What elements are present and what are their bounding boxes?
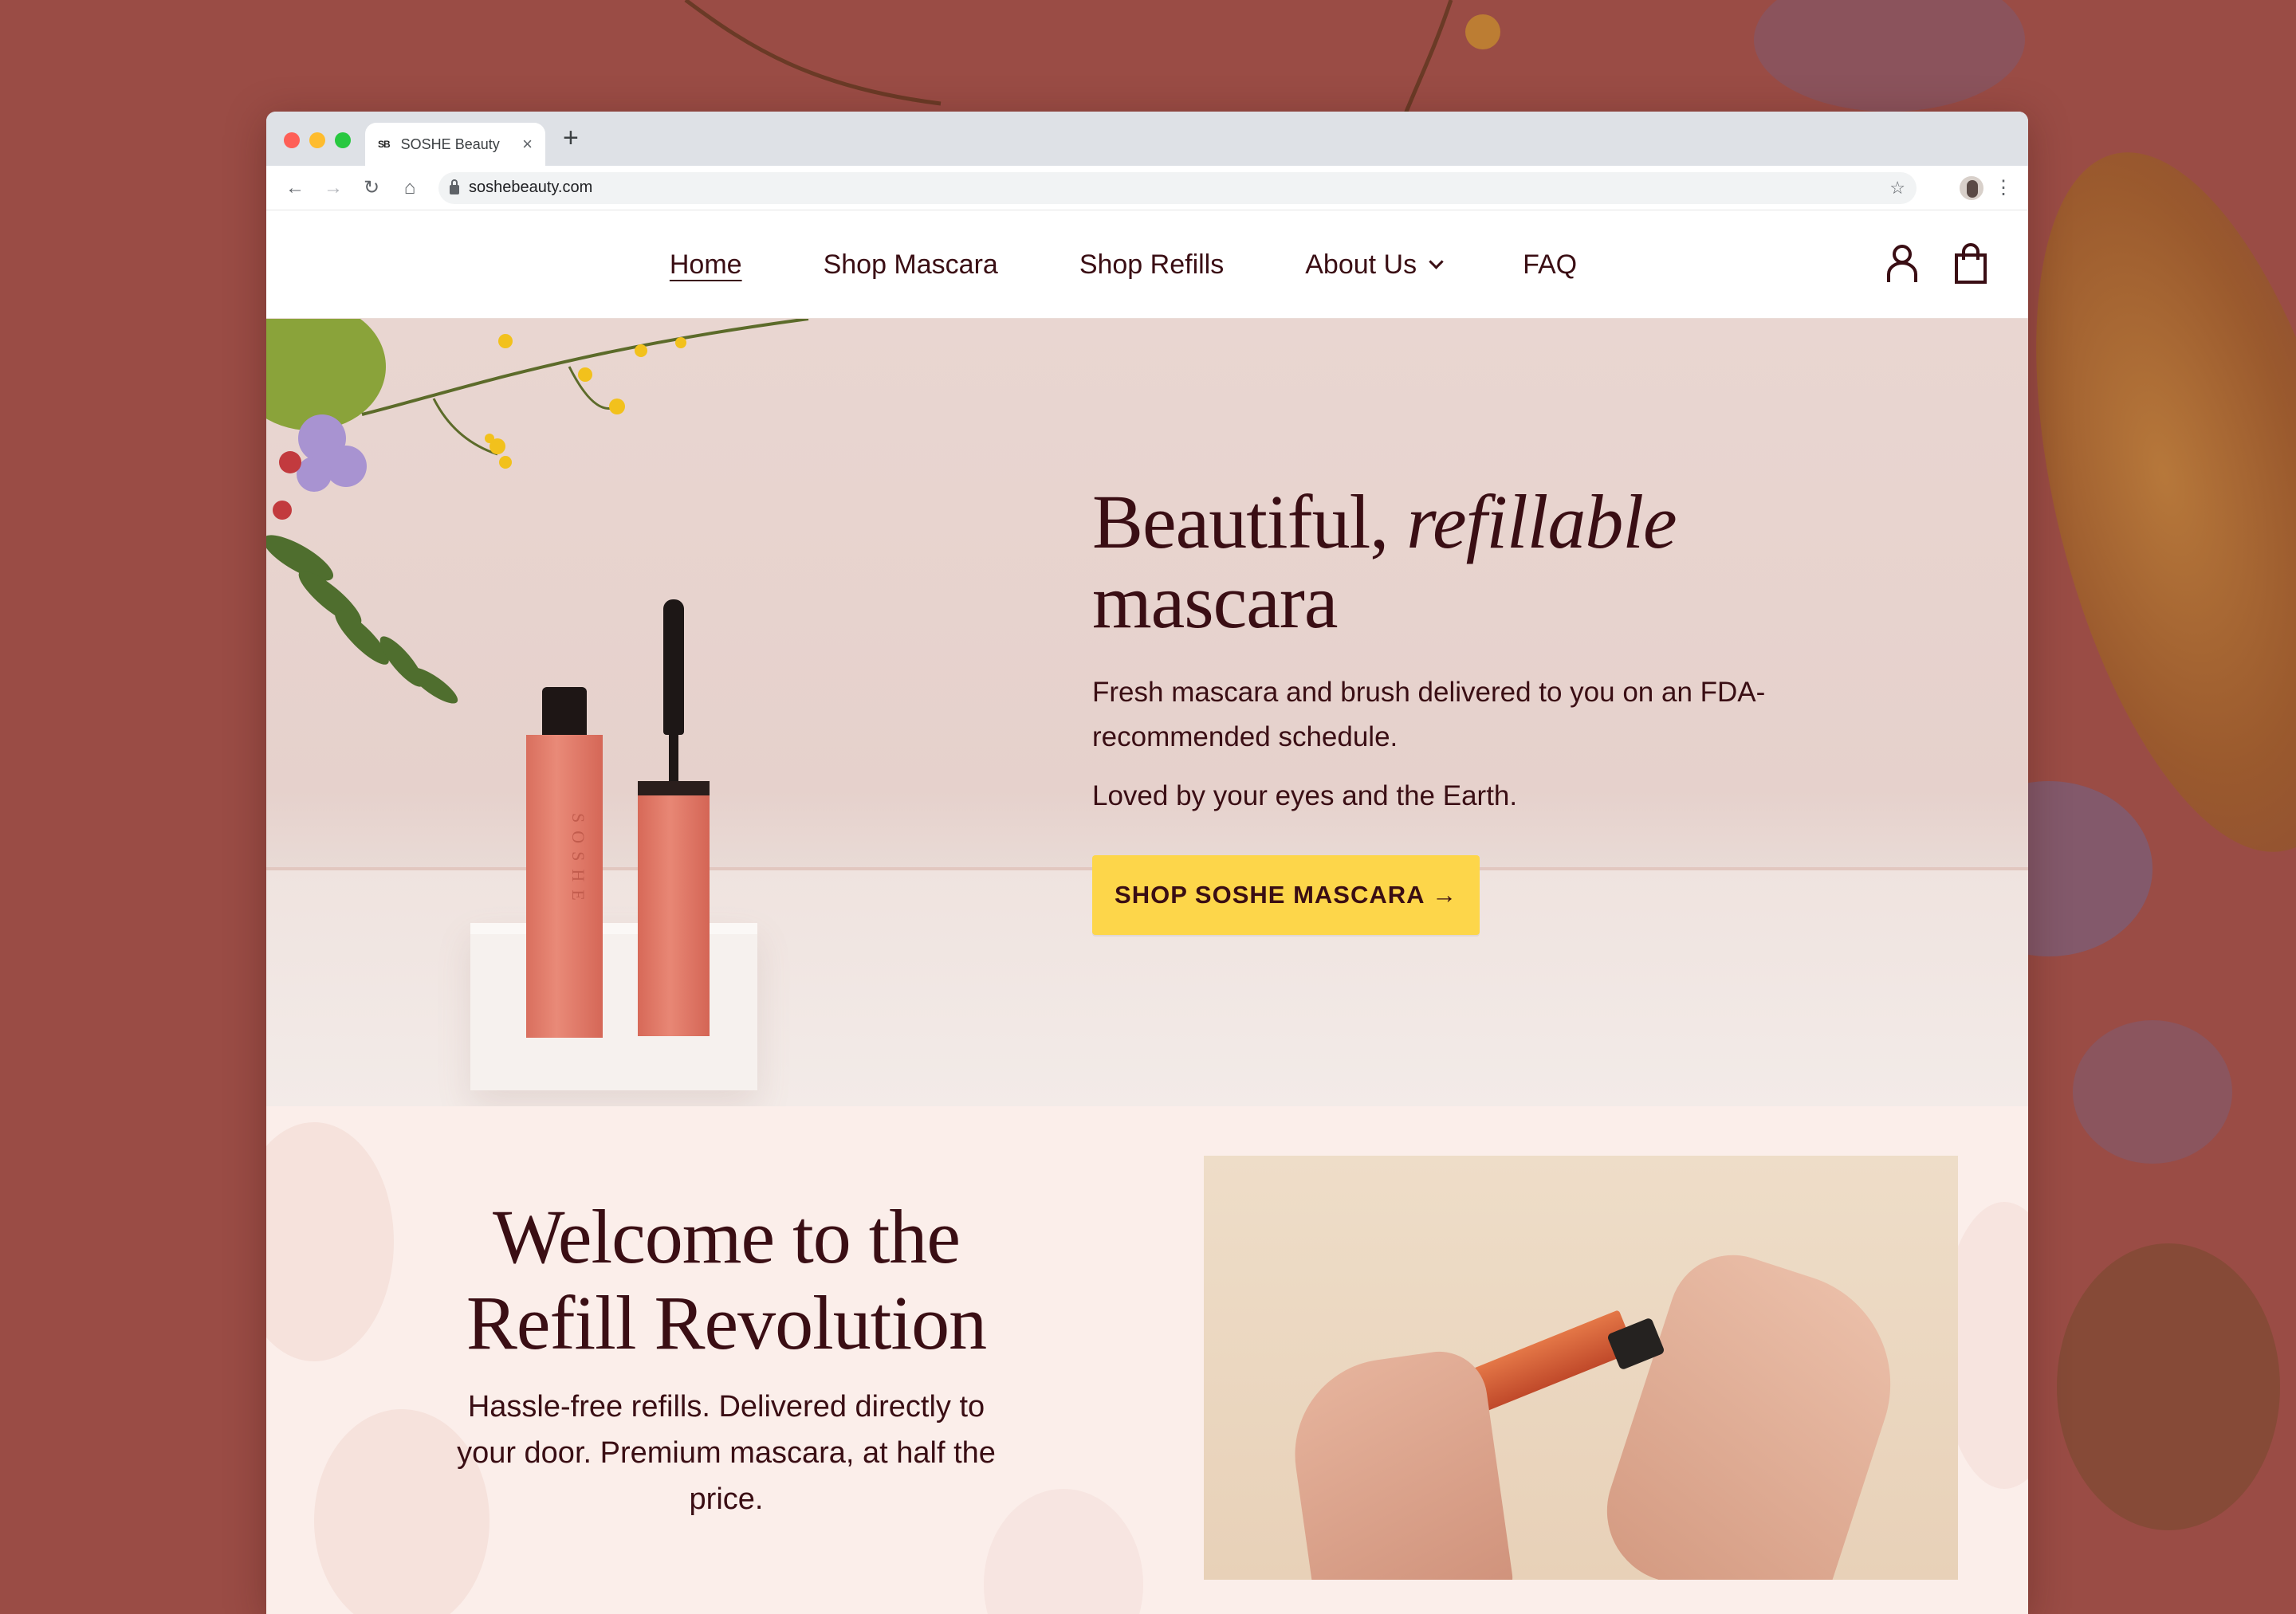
coral-pattern (266, 1122, 394, 1361)
product-pedestal (470, 923, 757, 1090)
lock-icon (450, 179, 459, 194)
nav-item-about-us[interactable]: About Us (1305, 249, 1444, 281)
nav-item-faq[interactable]: FAQ (1523, 249, 1577, 281)
welcome-content: Welcome to the Refill Revolution Hassle-… (442, 1194, 1011, 1522)
background-flower (2057, 1243, 2280, 1530)
shop-mascara-button[interactable]: SHOP SOSHE MASCARA → (1092, 855, 1480, 935)
account-icon[interactable] (1885, 242, 1920, 285)
nav-item-shop-refills[interactable]: Shop Refills (1079, 249, 1224, 281)
background-branch (684, 0, 1500, 120)
chevron-down-icon (1429, 253, 1444, 269)
right-hand (1588, 1238, 1920, 1580)
site-header: Home Shop Mascara Shop Refills About Us … (266, 210, 2028, 319)
mascara-wand-handle (638, 781, 710, 1036)
minimize-window-button[interactable] (309, 132, 325, 148)
left-hand (1282, 1345, 1516, 1580)
refill-demo-image[interactable] (1204, 1156, 1958, 1580)
header-icons (1885, 242, 1988, 285)
hero-title-italic: refillable (1406, 479, 1677, 564)
welcome-title: Welcome to the Refill Revolution (466, 1194, 987, 1365)
new-tab-button[interactable]: + (563, 124, 579, 151)
browser-window: SB SOSHE Beauty × + ← → ↻ ⌂ soshebeauty.… (266, 112, 2028, 1614)
mascara-tube-cap (542, 687, 587, 736)
address-bar[interactable]: soshebeauty.com ☆ (438, 171, 1917, 204)
mascara-tube (526, 735, 603, 1038)
browser-toolbar: ← → ↻ ⌂ soshebeauty.com ☆ ⋮ (266, 166, 2028, 210)
hero-tagline: Loved by your eyes and the Earth. (1092, 780, 1518, 811)
hero-description: Fresh mascara and brush delivered to you… (1092, 677, 1766, 752)
nav-label: Home (669, 249, 742, 280)
browser-menu-icon[interactable]: ⋮ (1991, 176, 2015, 199)
back-button[interactable]: ← (279, 172, 311, 204)
profile-avatar[interactable] (1958, 174, 1985, 202)
hero-title-line1: Beautiful, (1092, 479, 1407, 564)
nav-label: About Us (1305, 249, 1417, 280)
hero-title-line2: mascara (1092, 559, 1338, 644)
reload-button[interactable]: ↻ (356, 172, 387, 204)
hero-section: SOSHE Beautiful, refillable mascara Fres… (266, 319, 2028, 1106)
bookmark-star-icon[interactable]: ☆ (1889, 178, 1905, 198)
welcome-description: Hassle-free refills. Delivered directly … (457, 1390, 996, 1516)
url-text: soshebeauty.com (469, 179, 593, 196)
main-nav: Home Shop Mascara Shop Refills About Us … (266, 210, 2028, 319)
nav-item-home[interactable]: Home (670, 249, 742, 281)
tab-close-icon[interactable]: × (522, 134, 533, 155)
background-flower (1754, 0, 2025, 112)
tab-bar: SB SOSHE Beauty × + (266, 112, 2028, 166)
cart-icon[interactable] (1953, 242, 1988, 285)
forward-button[interactable]: → (317, 172, 349, 204)
browser-tab[interactable]: SB SOSHE Beauty × (365, 123, 545, 166)
mascara-wand-collar (638, 781, 710, 795)
nav-label: FAQ (1523, 249, 1578, 280)
nav-label: Shop Refills (1079, 249, 1225, 280)
maximize-window-button[interactable] (335, 132, 351, 148)
hero-title: Beautiful, refillable mascara (1092, 482, 1850, 642)
background-flower (2073, 1020, 2232, 1164)
product-brand-text: SOSHE (568, 813, 588, 909)
mascara-brush (663, 599, 684, 735)
favicon-icon: SB (378, 139, 391, 150)
window-controls (284, 132, 351, 148)
welcome-section: Welcome to the Refill Revolution Hassle-… (266, 1106, 2028, 1614)
home-button[interactable]: ⌂ (394, 172, 426, 204)
product-pedestal-top (470, 923, 757, 934)
close-window-button[interactable] (284, 132, 300, 148)
hero-content: Beautiful, refillable mascara Fresh masc… (1092, 482, 1850, 935)
tab-title: SOSHE Beauty (400, 135, 500, 152)
nav-label: Shop Mascara (823, 249, 998, 280)
nav-item-shop-mascara[interactable]: Shop Mascara (824, 249, 998, 281)
